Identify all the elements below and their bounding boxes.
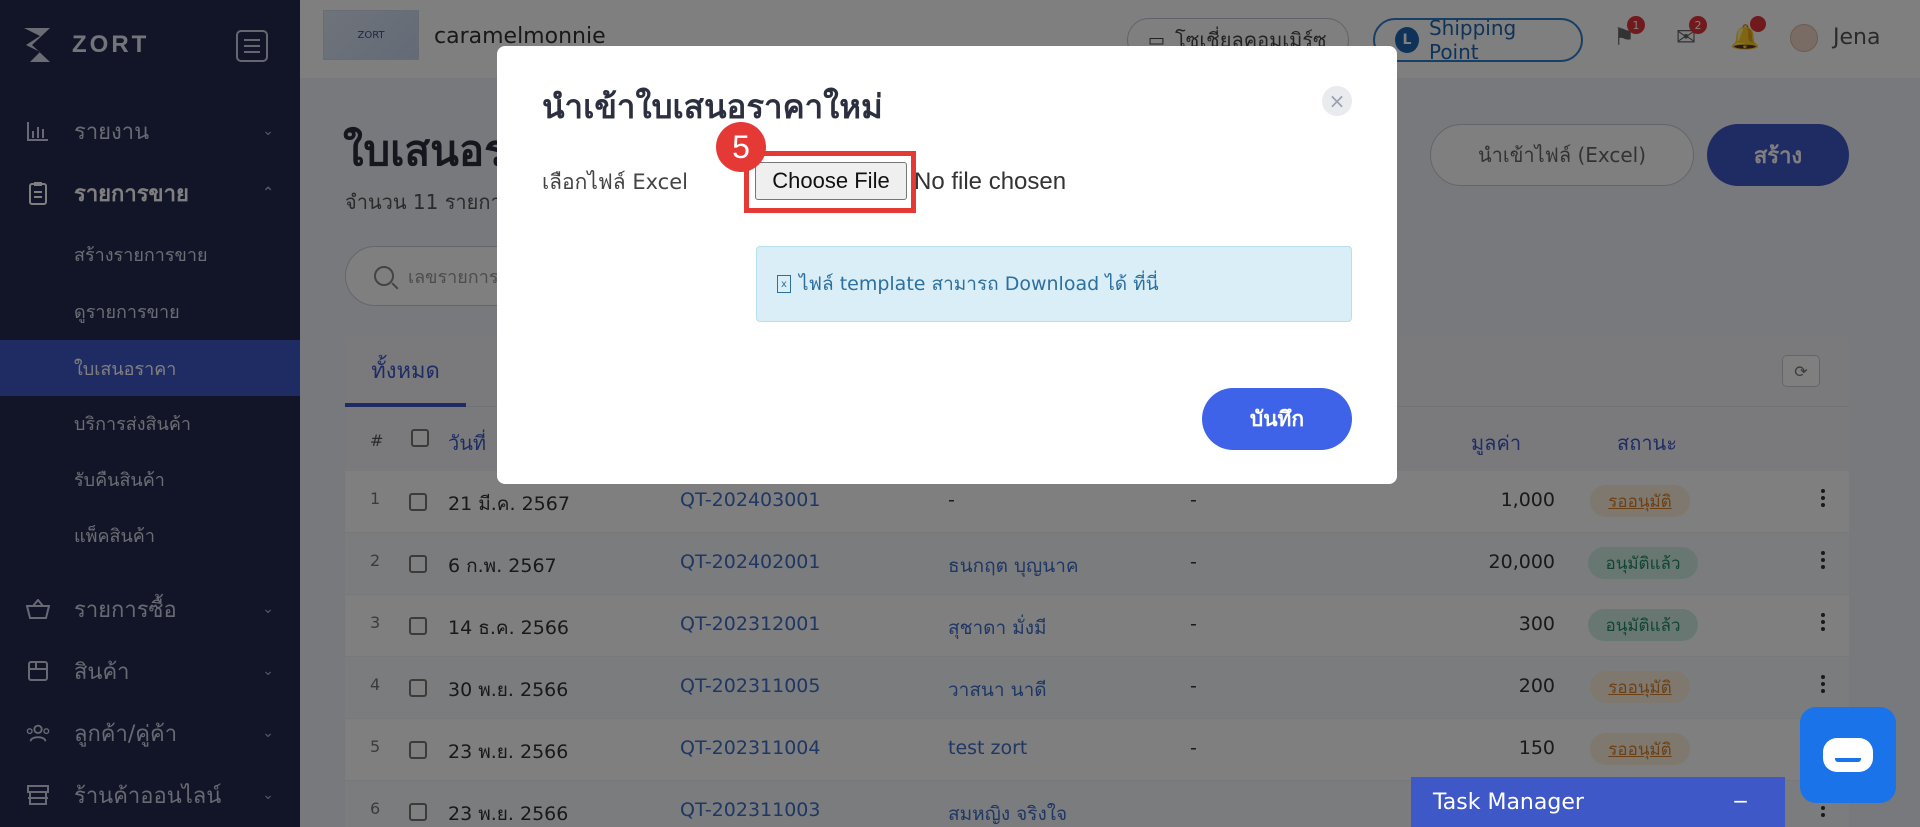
choose-file-button[interactable]: Choose File bbox=[755, 162, 907, 200]
template-info-box[interactable]: x ไฟล์ template สามารถ Download ได้ ที่น… bbox=[756, 246, 1352, 322]
modal-title: นำเข้าใบเสนอราคาใหม่ bbox=[542, 87, 883, 126]
chat-button[interactable] bbox=[1800, 707, 1896, 803]
chat-icon bbox=[1823, 738, 1873, 772]
close-icon[interactable]: × bbox=[1322, 86, 1352, 116]
task-manager-bar[interactable]: Task Manager − bbox=[1411, 777, 1785, 827]
excel-file-icon: x bbox=[777, 275, 791, 293]
file-status-text: No file chosen bbox=[914, 168, 1067, 195]
step-number-badge: 5 bbox=[716, 122, 766, 172]
template-info-text[interactable]: ไฟล์ template สามารถ Download ได้ ที่นี่ bbox=[799, 269, 1159, 299]
save-button[interactable]: บันทึก bbox=[1202, 388, 1352, 450]
task-manager-label: Task Manager bbox=[1433, 789, 1584, 815]
minimize-icon[interactable]: − bbox=[1732, 789, 1749, 813]
import-quotation-modal: นำเข้าใบเสนอราคาใหม่ × เลือกไฟล์ Excel C… bbox=[497, 46, 1397, 484]
file-field-label: เลือกไฟล์ Excel bbox=[542, 170, 688, 194]
